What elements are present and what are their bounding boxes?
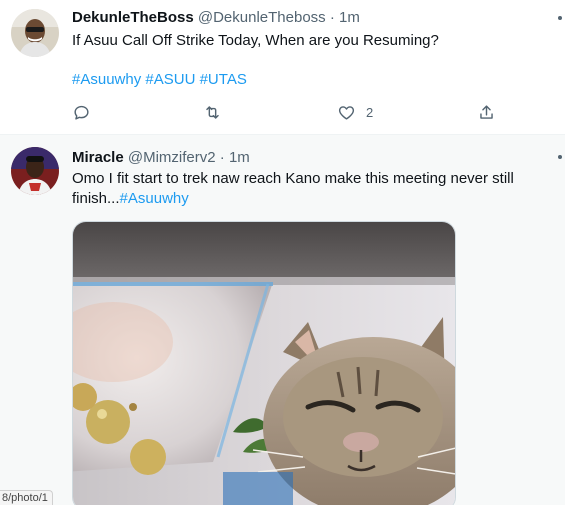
- hashtag-link[interactable]: #Asuuwhy: [72, 71, 141, 88]
- share-icon: [480, 104, 493, 119]
- more-options-icon[interactable]: [558, 16, 562, 20]
- retweet-icon: [206, 105, 219, 119]
- status-url: 8/photo/1: [0, 490, 53, 505]
- separator: ·: [219, 149, 225, 166]
- timestamp[interactable]: 1m: [229, 149, 250, 166]
- timestamp[interactable]: 1m: [339, 9, 360, 26]
- avatar[interactable]: [11, 9, 59, 57]
- display-name[interactable]: DekunleTheBoss: [72, 9, 194, 26]
- more-options-icon[interactable]: [558, 155, 562, 159]
- separator: ·: [329, 9, 335, 26]
- tweet-header: DekunleTheBoss @DekunleTheboss · 1m: [72, 9, 360, 26]
- tweet-actions: 2: [72, 100, 502, 124]
- retweet-button[interactable]: [203, 100, 222, 124]
- hashtag-link[interactable]: #Asuuwhy: [120, 190, 189, 207]
- hashtag-link[interactable]: #ASUU: [145, 71, 195, 88]
- tweet[interactable]: Miracle @Mimziferv2 · 1m Omo I fit start…: [0, 135, 565, 505]
- reply-icon: [74, 105, 89, 120]
- like-count: 2: [366, 104, 374, 120]
- like-button[interactable]: 2: [337, 100, 373, 124]
- tweet-header: Miracle @Mimziferv2 · 1m: [72, 149, 250, 166]
- tweet-text: If Asuu Call Off Strike Today, When are …: [72, 32, 439, 49]
- hashtag-link[interactable]: #UTAS: [200, 71, 247, 88]
- display-name[interactable]: Miracle: [72, 149, 124, 166]
- photo-cat-martini: [73, 222, 455, 505]
- user-handle[interactable]: @DekunleTheboss: [198, 9, 326, 26]
- tweet-hashtags: #Asuuwhy #ASUU #UTAS: [72, 70, 247, 90]
- tweet[interactable]: DekunleTheBoss @DekunleTheboss · 1m If A…: [0, 0, 565, 134]
- reply-button[interactable]: [72, 100, 91, 124]
- share-button[interactable]: [477, 100, 496, 124]
- user-handle[interactable]: @Mimziferv2: [128, 149, 216, 166]
- heart-icon: [338, 105, 355, 120]
- avatar[interactable]: [11, 147, 59, 195]
- tweet-media-photo[interactable]: [72, 221, 456, 505]
- tweet-text: Omo I fit start to trek naw reach Kano m…: [72, 169, 542, 209]
